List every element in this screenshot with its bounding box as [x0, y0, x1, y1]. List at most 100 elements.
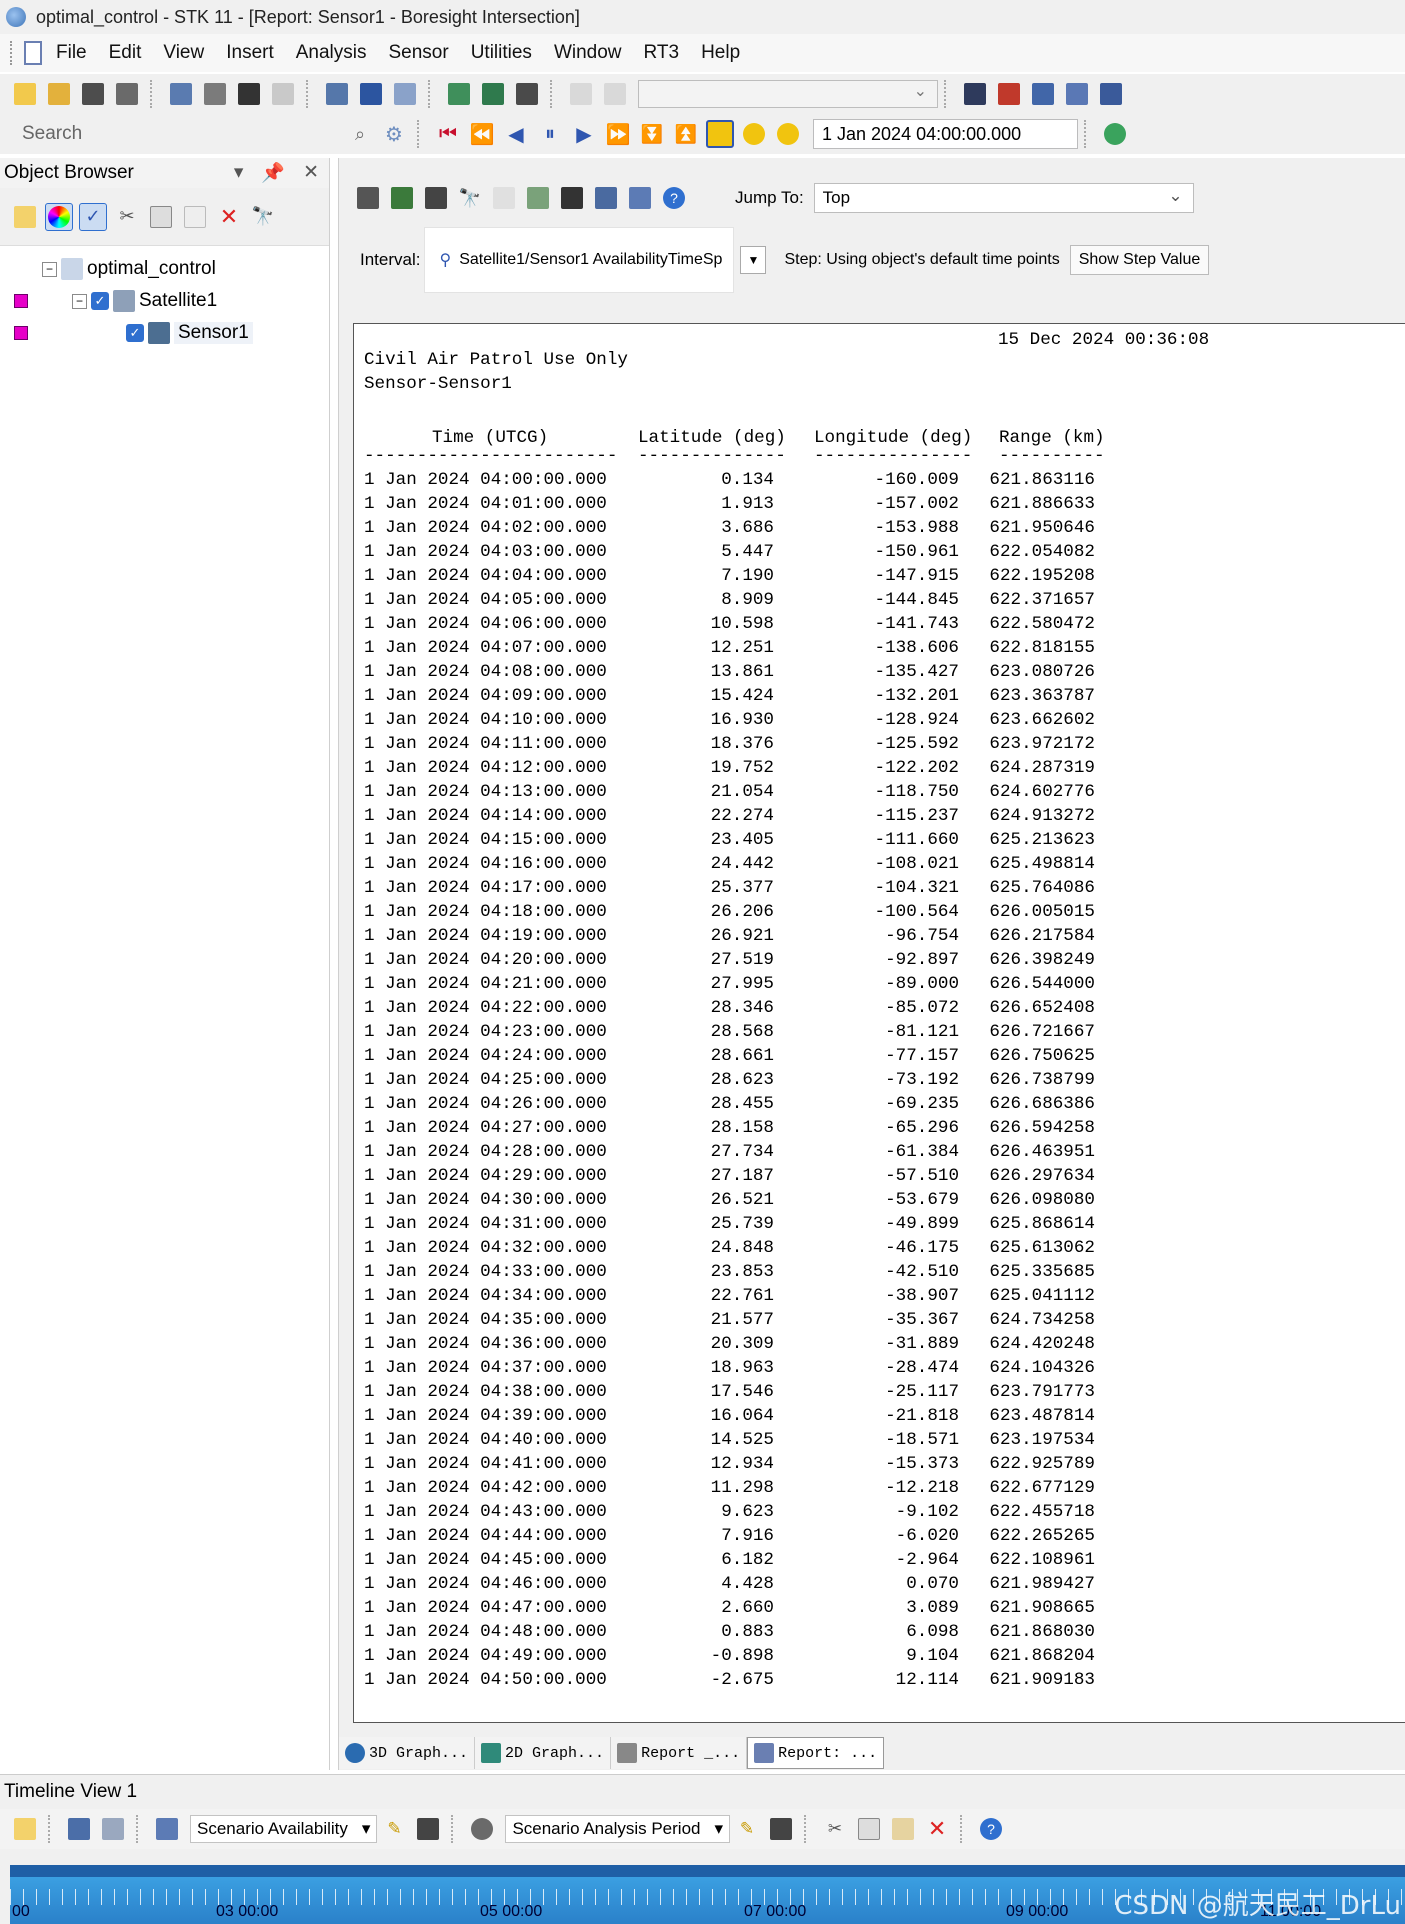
copy-icon[interactable] — [855, 1815, 883, 1843]
report-style-button[interactable] — [269, 80, 297, 108]
menu-utilities[interactable]: Utilities — [471, 42, 532, 64]
save-button[interactable] — [79, 80, 107, 108]
edit-icon[interactable]: ✎ — [380, 1815, 408, 1843]
menu-insert[interactable]: Insert — [226, 42, 274, 64]
properties-button[interactable] — [167, 80, 195, 108]
pause-icon[interactable]: ⏸ — [536, 120, 564, 148]
new-scenario-button[interactable] — [11, 80, 39, 108]
report-refresh-icon[interactable] — [524, 184, 552, 212]
timeline-calendar-icon[interactable] — [65, 1815, 93, 1843]
scenario-availability-select[interactable]: Scenario Availability ▾ — [190, 1815, 378, 1843]
report-export-icon[interactable] — [388, 184, 416, 212]
chain-button[interactable] — [479, 80, 507, 108]
copy-icon[interactable] — [147, 203, 175, 231]
tab-2d-graphics[interactable]: 2D Graph... — [475, 1737, 612, 1769]
report-graph-icon[interactable] — [626, 184, 654, 212]
paste-icon[interactable] — [889, 1815, 917, 1843]
pin-icon[interactable]: 📌 — [261, 161, 285, 185]
delete-icon[interactable]: ✕ — [923, 1815, 951, 1843]
interval-field[interactable]: ⚲ Satellite1/Sensor1 AvailabilityTimeSp — [424, 227, 735, 293]
tab-report-manager[interactable]: Report _... — [611, 1737, 748, 1769]
tab-3d-graphics[interactable]: 3D Graph... — [339, 1737, 476, 1769]
menu-sensor[interactable]: Sensor — [389, 42, 449, 64]
report-save-icon[interactable] — [354, 184, 382, 212]
disabled-tool-2[interactable] — [601, 80, 629, 108]
collapse-icon[interactable]: − — [42, 261, 57, 277]
comm-button[interactable] — [513, 80, 541, 108]
check-icon[interactable]: ✓ — [79, 202, 107, 231]
timeline-save-icon[interactable] — [414, 1815, 442, 1843]
grid-button[interactable] — [1063, 80, 1091, 108]
arrows-button[interactable] — [1097, 80, 1125, 108]
menu-view[interactable]: View — [163, 42, 204, 64]
cut-icon[interactable]: ✂ — [113, 203, 141, 231]
play-reverse-icon[interactable]: ◀ — [502, 120, 530, 148]
panel-menu-icon[interactable]: ▾ — [234, 161, 244, 185]
collapse-icon[interactable]: − — [72, 293, 87, 309]
search-icon[interactable]: ⌕ — [346, 120, 374, 148]
timeline-properties-icon[interactable] — [11, 1815, 39, 1843]
current-time-field[interactable]: 1 Jan 2024 04:00:00.000 — [813, 119, 1078, 149]
tree-item-satellite1[interactable]: − ✓ Satellite1 — [14, 286, 217, 316]
save-as-button[interactable] — [113, 80, 141, 108]
color-icon[interactable] — [45, 202, 73, 231]
realtime-icon[interactable] — [706, 120, 734, 148]
timeline-range-bar[interactable] — [10, 1865, 1405, 1877]
decrease-step-icon[interactable]: ⏬ — [638, 120, 666, 148]
step-back-icon[interactable]: ⏪ — [468, 120, 496, 148]
menu-grip[interactable] — [10, 41, 16, 65]
satellite-checkbox[interactable]: ✓ — [91, 292, 109, 310]
report-find-icon[interactable]: 🔭 — [456, 184, 484, 212]
deck-access-button[interactable] — [445, 80, 473, 108]
timeline-save-icon[interactable] — [767, 1815, 795, 1843]
menu-help[interactable]: Help — [701, 42, 740, 64]
report-copy-icon[interactable] — [490, 184, 518, 212]
report-style-icon[interactable] — [592, 184, 620, 212]
export-button[interactable] — [1029, 80, 1057, 108]
report-print-icon[interactable] — [422, 184, 450, 212]
timeline-sync-icon[interactable] — [99, 1815, 127, 1843]
tree-item-scenario[interactable]: − optimal_control — [0, 254, 216, 284]
show-step-value-button[interactable]: Show Step Value — [1069, 245, 1210, 275]
coverage-button[interactable] — [391, 80, 419, 108]
globe-refresh-icon[interactable] — [1101, 120, 1129, 148]
x-realtime-icon[interactable] — [740, 120, 768, 148]
find-icon[interactable]: 🔭 — [249, 203, 277, 231]
object-properties-icon[interactable] — [11, 203, 39, 231]
print-button[interactable] — [235, 80, 263, 108]
menu-rt3[interactable]: RT3 — [644, 42, 680, 64]
jump-to-select[interactable]: Top — [813, 183, 1194, 213]
sensor-color-swatch[interactable] — [14, 326, 28, 340]
access-button[interactable] — [357, 80, 385, 108]
satellite-color-swatch[interactable] — [14, 294, 28, 308]
report-text-area[interactable]: 15 Dec 2024 00:36:08 Civil Air Patrol Us… — [353, 323, 1405, 1723]
menu-file[interactable]: File — [56, 42, 87, 64]
report-options-icon[interactable] — [558, 184, 586, 212]
tree-item-sensor1[interactable]: ✓ Sensor1 — [14, 318, 253, 348]
animation-mode-icon[interactable] — [774, 120, 802, 148]
menu-edit[interactable]: Edit — [109, 42, 142, 64]
graph-button[interactable] — [995, 80, 1023, 108]
menu-analysis[interactable]: Analysis — [296, 42, 367, 64]
tab-report-active[interactable]: Report: ... — [747, 1737, 885, 1769]
menu-window[interactable]: Window — [554, 42, 622, 64]
object-selector-combo[interactable] — [638, 80, 938, 108]
open-button[interactable] — [45, 80, 73, 108]
cut-icon[interactable]: ✂ — [821, 1815, 849, 1843]
help-icon[interactable]: ? — [977, 1815, 1005, 1843]
paste-icon[interactable] — [181, 203, 209, 231]
search-input[interactable]: Search — [8, 119, 343, 149]
interval-dropdown-button[interactable]: ▼ — [740, 246, 767, 274]
report-help-icon[interactable]: ? — [660, 184, 688, 212]
close-icon[interactable]: ✕ — [303, 161, 319, 185]
sensor-checkbox[interactable]: ✓ — [126, 324, 144, 342]
delete-icon[interactable]: ✕ — [215, 203, 243, 231]
insert-object-button[interactable] — [201, 80, 229, 108]
dm-button[interactable] — [961, 80, 989, 108]
document-icon[interactable] — [24, 41, 42, 65]
disabled-tool-1[interactable] — [567, 80, 595, 108]
report-manager-button[interactable] — [323, 80, 351, 108]
reset-animation-icon[interactable]: ⏮ — [434, 120, 462, 148]
play-icon[interactable]: ▶ — [570, 120, 598, 148]
increase-step-icon[interactable]: ⏫ — [672, 120, 700, 148]
